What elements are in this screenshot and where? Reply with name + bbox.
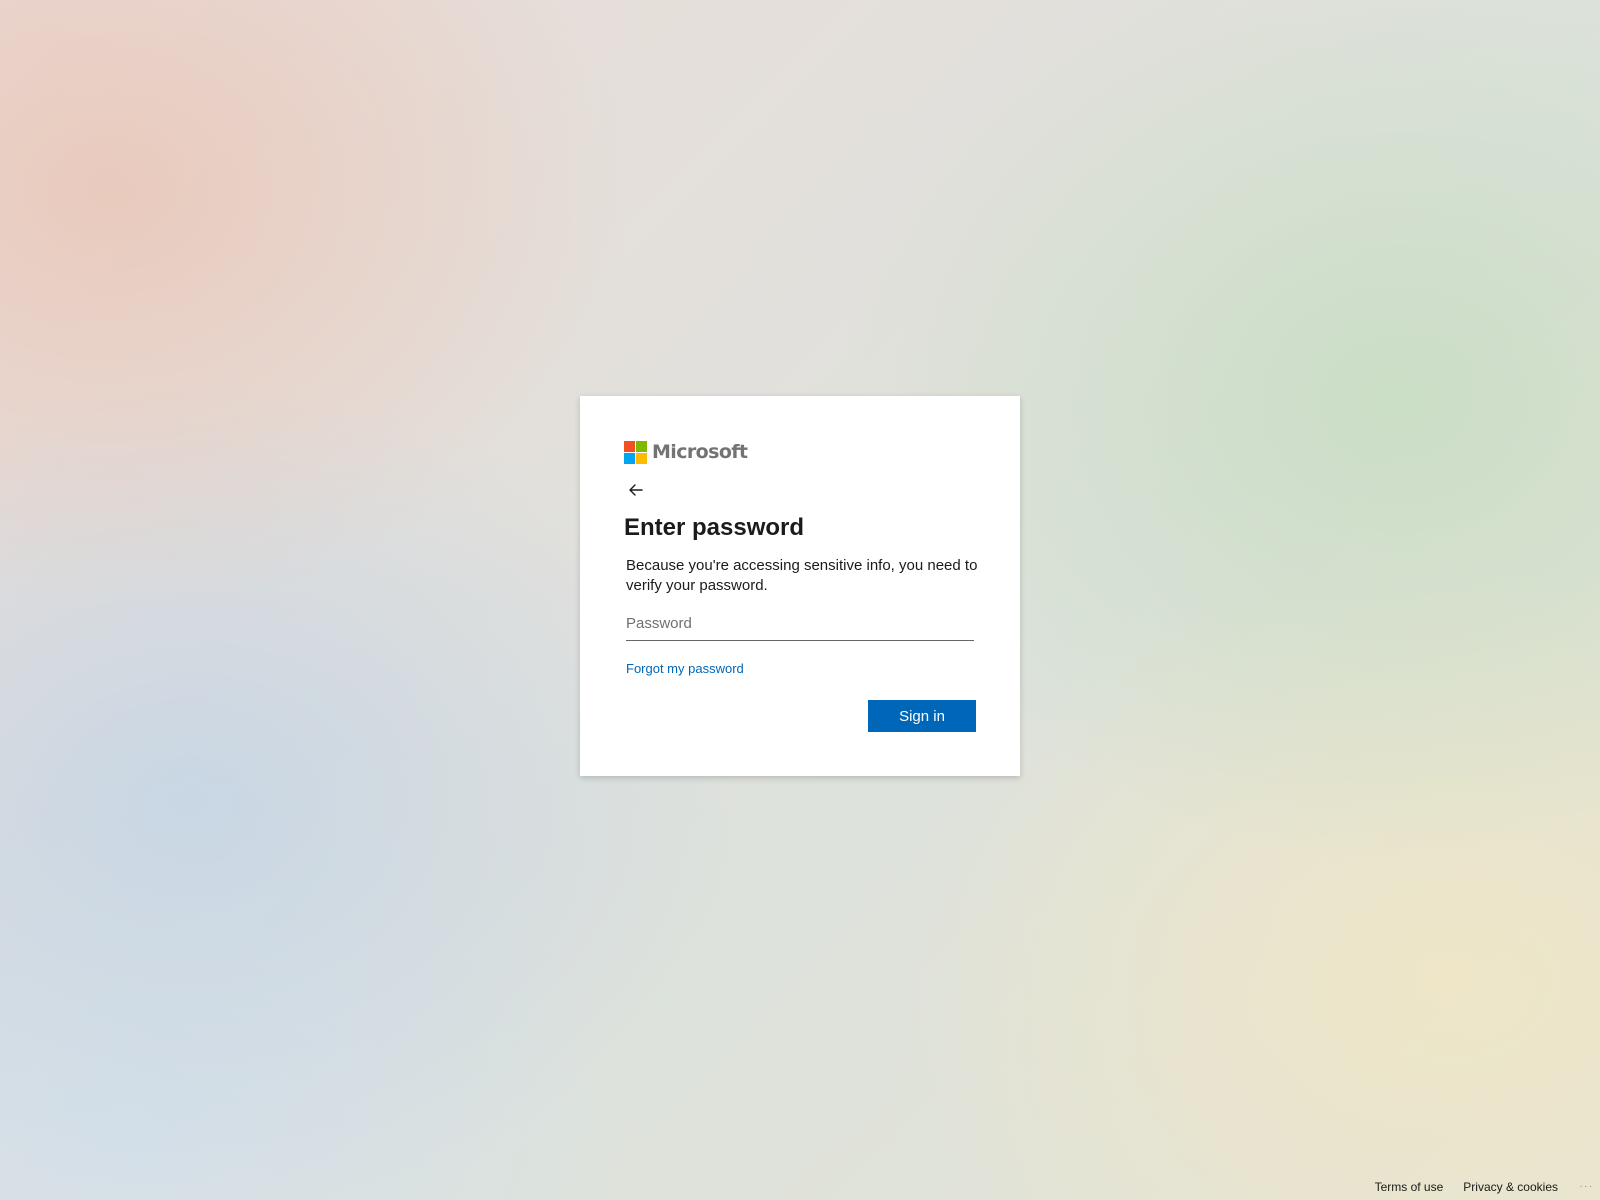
logo-square-green xyxy=(636,440,647,452)
forgot-password-link[interactable]: Forgot my password xyxy=(626,661,744,676)
microsoft-logo-icon xyxy=(624,440,647,464)
privacy-cookies-link[interactable]: Privacy & cookies xyxy=(1463,1180,1558,1194)
logo-square-yellow xyxy=(636,452,647,464)
footer: Terms of use Privacy & cookies xyxy=(1375,1180,1558,1194)
arrow-left-icon xyxy=(629,484,643,496)
signin-button[interactable]: Sign in xyxy=(868,700,976,732)
logo-square-red xyxy=(624,440,635,452)
logo-text: Microsoft xyxy=(652,441,748,463)
microsoft-logo: Microsoft xyxy=(624,440,748,464)
terms-of-use-link[interactable]: Terms of use xyxy=(1375,1180,1444,1194)
back-button[interactable] xyxy=(624,478,648,502)
password-input[interactable] xyxy=(626,608,974,638)
logo-square-blue xyxy=(624,452,635,464)
more-options-button[interactable]: ... xyxy=(1580,1179,1594,1190)
signin-card: Microsoft Enter password Because you're … xyxy=(580,396,1020,776)
password-field-wrapper xyxy=(626,608,974,641)
page-title: Enter password xyxy=(624,514,805,541)
description-text: Because you're accessing sensitive info,… xyxy=(626,557,978,594)
